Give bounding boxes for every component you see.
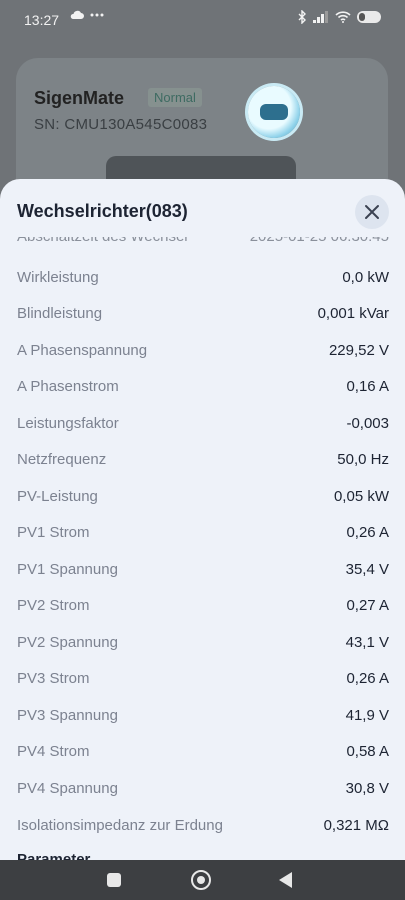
row-value: -0,003 xyxy=(346,414,389,432)
assistant-avatar-icon xyxy=(248,86,300,138)
back-icon[interactable] xyxy=(279,872,292,888)
list-item: Netzfrequenz 50,0 Hz xyxy=(17,441,389,477)
row-value: 0,26 A xyxy=(346,523,389,541)
list-item: PV1 Strom 0,26 A xyxy=(17,514,389,550)
home-icon[interactable] xyxy=(191,870,211,890)
list-item: PV3 Spannung 41,9 V xyxy=(17,697,389,733)
row-label: PV-Leistung xyxy=(17,487,98,505)
list-item: PV3 Strom 0,26 A xyxy=(17,660,389,696)
list-item: PV-Leistung 0,05 kW xyxy=(17,478,389,514)
row-value: 0,16 A xyxy=(346,377,389,395)
sheet-title: Wechselrichter(083) xyxy=(17,201,188,221)
row-label: A Phasenspannung xyxy=(17,341,148,359)
row-label: PV4 Strom xyxy=(17,742,90,760)
system-nav-bar xyxy=(0,860,405,900)
list-item-cut: Abschaltzeit des Wechsel 2025-01-25 06:3… xyxy=(17,237,389,247)
list-item: Blindleistung 0,001 kVar xyxy=(17,295,389,331)
row-label: PV3 Spannung xyxy=(17,706,118,724)
row-value: 229,52 V xyxy=(328,341,389,359)
row-label: Isolationsimpedanz zur Erdung xyxy=(17,816,223,834)
inverter-details-sheet: Wechselrichter(083) Abschaltzeit des Wec… xyxy=(0,179,405,860)
row-value: 0,321 MΩ xyxy=(323,816,389,834)
close-icon xyxy=(365,205,379,219)
row-label: Wirkleistung xyxy=(17,268,99,286)
row-label: Netzfrequenz xyxy=(17,450,107,468)
battery-icon xyxy=(357,11,381,23)
list-item: A Phasenstrom 0,16 A xyxy=(17,368,389,404)
cut-row-value: 2025-01-25 06:30:45 xyxy=(250,237,389,245)
cut-row-label: Abschaltzeit des Wechsel xyxy=(17,237,188,245)
row-value: 0,0 kW xyxy=(342,268,389,286)
status-left-icons xyxy=(70,10,104,20)
row-value: 35,4 V xyxy=(345,560,389,578)
bluetooth-icon xyxy=(298,10,306,24)
row-value: 0,58 A xyxy=(346,742,389,760)
row-label: Blindleistung xyxy=(17,304,103,322)
list-item: Wirkleistung 0,0 kW xyxy=(17,259,389,295)
row-label: PV4 Spannung xyxy=(17,779,118,797)
cloud-icon xyxy=(70,10,84,19)
row-value: 0,001 kVar xyxy=(317,304,389,322)
list-item: PV4 Spannung 30,8 V xyxy=(17,770,389,806)
row-value: 0,27 A xyxy=(346,596,389,614)
row-label: PV3 Strom xyxy=(17,669,90,687)
device-title: SigenMate xyxy=(34,88,125,108)
more-dots-icon xyxy=(90,13,104,17)
row-label: PV1 Strom xyxy=(17,523,90,541)
row-label: PV2 Strom xyxy=(17,596,90,614)
recent-apps-icon[interactable] xyxy=(107,873,121,887)
section-heading-cut: Parameter xyxy=(17,851,137,860)
list-item: PV1 Spannung 35,4 V xyxy=(17,551,389,587)
row-value: 41,9 V xyxy=(345,706,389,724)
status-bar: 13:27 xyxy=(0,0,405,40)
serial-number: SN: CMU130A545C0083 xyxy=(34,116,208,133)
row-label: PV2 Spannung xyxy=(17,633,118,651)
row-value: 50,0 Hz xyxy=(337,450,389,468)
signal-icon xyxy=(313,11,328,23)
row-value: 0,05 kW xyxy=(333,487,389,505)
row-label: Leistungsfaktor xyxy=(17,414,119,432)
status-time: 13:27 xyxy=(24,12,60,28)
row-value: 30,8 V xyxy=(345,779,389,797)
close-button[interactable] xyxy=(355,195,389,229)
row-label: A Phasenstrom xyxy=(17,377,119,395)
list-item: Isolationsimpedanz zur Erdung 0,321 MΩ xyxy=(17,807,389,843)
list-item: A Phasenspannung 229,52 V xyxy=(17,332,389,368)
row-value: 43,1 V xyxy=(345,633,389,651)
list-item: PV2 Strom 0,27 A xyxy=(17,587,389,623)
row-label: PV1 Spannung xyxy=(17,560,118,578)
section-heading: Parameter xyxy=(17,851,91,860)
row-value: 0,26 A xyxy=(346,669,389,687)
status-right-icons xyxy=(297,10,381,24)
list-item: PV4 Strom 0,58 A xyxy=(17,733,389,769)
list-item: Leistungsfaktor -0,003 xyxy=(17,405,389,441)
list-item: PV2 Spannung 43,1 V xyxy=(17,624,389,660)
status-badge: Normal xyxy=(148,88,202,107)
wifi-icon xyxy=(335,11,351,23)
